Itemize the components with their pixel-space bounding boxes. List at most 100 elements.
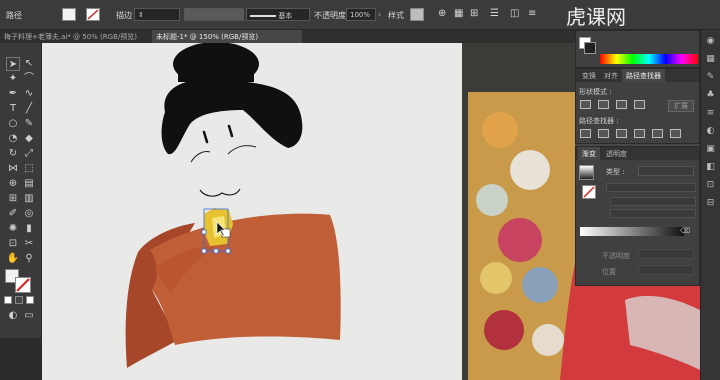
free-transform-tool-icon[interactable]: ⬚ (22, 162, 36, 176)
column-graph-tool-icon[interactable]: ▮ (22, 222, 36, 236)
gradient-mode-icon[interactable] (15, 296, 23, 304)
symbols-panel-icon[interactable]: ♣ (705, 90, 716, 101)
panel-dock: ◉ ▦ ✎ ♣ ≡ ◐ ▣ ◧ ⊡ ⊟ (700, 30, 720, 380)
selection-tool-icon[interactable]: ➤ (6, 57, 20, 71)
exclude-icon[interactable] (634, 100, 645, 109)
paintbrush-tool-icon[interactable]: ✎ (22, 117, 36, 131)
tab-transparency[interactable]: 透明度 (602, 147, 631, 160)
tab-document-1[interactable]: 梅子料理+老薄夫.ai* @ 50% (RGB/预览) (0, 30, 148, 43)
trim-icon[interactable] (598, 129, 609, 138)
opacity-arrow-icon[interactable]: › (378, 10, 381, 19)
mesh-tool-icon[interactable]: ⊞ (6, 192, 20, 206)
gradient-opacity-label: 不透明度 (602, 252, 630, 260)
shape-modes-label: 形状模式 : (579, 88, 612, 96)
stroke-line-preview (250, 15, 276, 17)
delete-stop-icon[interactable]: ⌫ (680, 227, 690, 235)
slice-tool-icon[interactable]: ✂ (22, 237, 36, 251)
variable-width-field[interactable] (184, 8, 244, 21)
gradient-preview-swatch[interactable] (579, 165, 594, 180)
artboards-panel-icon[interactable]: ⊡ (705, 180, 716, 191)
rotate-tool-icon[interactable]: ↻ (6, 147, 20, 161)
hair[interactable] (161, 79, 303, 155)
gradient-position-label: 位置 (602, 268, 616, 276)
scale-tool-icon[interactable]: ⤢ (22, 147, 36, 161)
artboard-canvas[interactable] (42, 43, 462, 380)
line-tool-icon[interactable]: ╱ (22, 102, 36, 116)
eraser-tool-icon[interactable]: ◆ (22, 132, 36, 146)
transform-icon[interactable]: ⊞ (470, 8, 478, 19)
brush-definition-dropdown[interactable]: 基本 (246, 8, 310, 21)
tab-transform[interactable]: 变换 (578, 69, 600, 82)
color-stroke-swatch[interactable] (584, 42, 596, 54)
shaper-tool-icon[interactable]: ◔ (6, 132, 20, 146)
crop-icon[interactable] (634, 129, 645, 138)
gradient-slider[interactable] (580, 227, 684, 236)
brushes-panel-icon[interactable]: ✎ (705, 72, 716, 83)
width-tool-icon[interactable]: ⋈ (6, 162, 20, 176)
appearance-panel-icon[interactable]: ◐ (705, 126, 716, 137)
aspect-ratio-field[interactable] (610, 209, 696, 218)
gradient-tool-icon[interactable]: ▥ (22, 192, 36, 206)
gradient-opacity-field[interactable] (638, 249, 694, 259)
screen-mode-icon[interactable]: ▭ (22, 309, 36, 323)
align-icon[interactable]: ▦ (454, 8, 463, 19)
minus-back-icon[interactable] (670, 129, 681, 138)
divide-icon[interactable] (580, 129, 591, 138)
layers-panel-icon[interactable]: ◧ (705, 162, 716, 173)
distribute-icon[interactable]: ☰ (490, 8, 499, 19)
hair-bun[interactable] (173, 43, 259, 86)
stroke-none-swatch[interactable] (86, 8, 100, 21)
symbol-sprayer-tool-icon[interactable]: ✺ (6, 222, 20, 236)
isolate-icon[interactable]: ◫ (510, 8, 519, 19)
shape-builder-tool-icon[interactable]: ⊕ (6, 177, 20, 191)
artboard-tool-icon[interactable]: ⊡ (6, 237, 20, 251)
hand-tool-icon[interactable]: ✋ (6, 252, 20, 266)
intersect-icon[interactable] (616, 100, 627, 109)
pathfinders-label: 路径查找器 : (579, 117, 619, 125)
eyedropper-tool-icon[interactable]: ✐ (6, 207, 20, 221)
color-spectrum-bar[interactable] (600, 54, 698, 64)
stroke-panel-icon[interactable]: ≡ (705, 108, 716, 119)
perspective-grid-tool-icon[interactable]: ▤ (22, 177, 36, 191)
stroke-color-swatch[interactable] (15, 277, 31, 293)
unite-icon[interactable] (580, 100, 591, 109)
opacity-label: 不透明度 (314, 11, 346, 20)
style-label: 样式 (388, 11, 404, 20)
blend-tool-icon[interactable]: ◎ (22, 207, 36, 221)
align-panel-icon[interactable]: ⊟ (705, 198, 716, 209)
outline-icon[interactable] (652, 129, 663, 138)
panel-menu-icon[interactable]: ≡ (528, 8, 536, 19)
tab-document-2[interactable]: 未标题-1* @ 150% (RGB/预览) (152, 30, 302, 43)
magic-wand-tool-icon[interactable]: ✦ (6, 72, 20, 86)
stroke-weight-field[interactable]: ⇕ (134, 8, 180, 21)
draw-mode-icon[interactable]: ◐ (6, 309, 20, 323)
color-panel-icon[interactable]: ◉ (705, 36, 716, 47)
gradient-stroke-swatch[interactable] (582, 185, 596, 199)
angle-field[interactable] (610, 197, 696, 206)
brow-right (227, 145, 257, 155)
gradient-position-field[interactable] (638, 265, 694, 275)
tab-gradient[interactable]: 渐变 (578, 147, 600, 160)
color-mode-icon[interactable] (4, 296, 12, 304)
fill-swatch[interactable] (62, 8, 76, 21)
opacity-input[interactable]: 100% (346, 8, 376, 21)
zoom-tool-icon[interactable]: ⚲ (22, 252, 36, 266)
graphic-style-swatch[interactable] (410, 8, 424, 21)
swatches-panel-icon[interactable]: ▦ (705, 54, 716, 65)
minus-front-icon[interactable] (598, 100, 609, 109)
stroke-gradient-options[interactable] (606, 183, 696, 192)
expand-button[interactable]: 扩展 (668, 100, 694, 112)
graphic-styles-panel-icon[interactable]: ▣ (705, 144, 716, 155)
curvature-tool-icon[interactable]: ∿ (22, 87, 36, 101)
direct-selection-tool-icon[interactable]: ↖ (22, 57, 36, 71)
none-mode-icon[interactable] (26, 296, 34, 304)
lasso-tool-icon[interactable]: ⌒ (22, 72, 36, 86)
tab-pathfinder[interactable]: 路径查找器 (622, 69, 665, 82)
gradient-type-dropdown[interactable] (638, 166, 694, 176)
ellipse-tool-icon[interactable]: ○ (6, 117, 20, 131)
merge-icon[interactable] (616, 129, 627, 138)
type-tool-icon[interactable]: T (6, 102, 20, 116)
recolor-icon[interactable]: ⊕ (438, 8, 446, 19)
tab-align[interactable]: 对齐 (600, 69, 622, 82)
pen-tool-icon[interactable]: ✒ (6, 87, 20, 101)
